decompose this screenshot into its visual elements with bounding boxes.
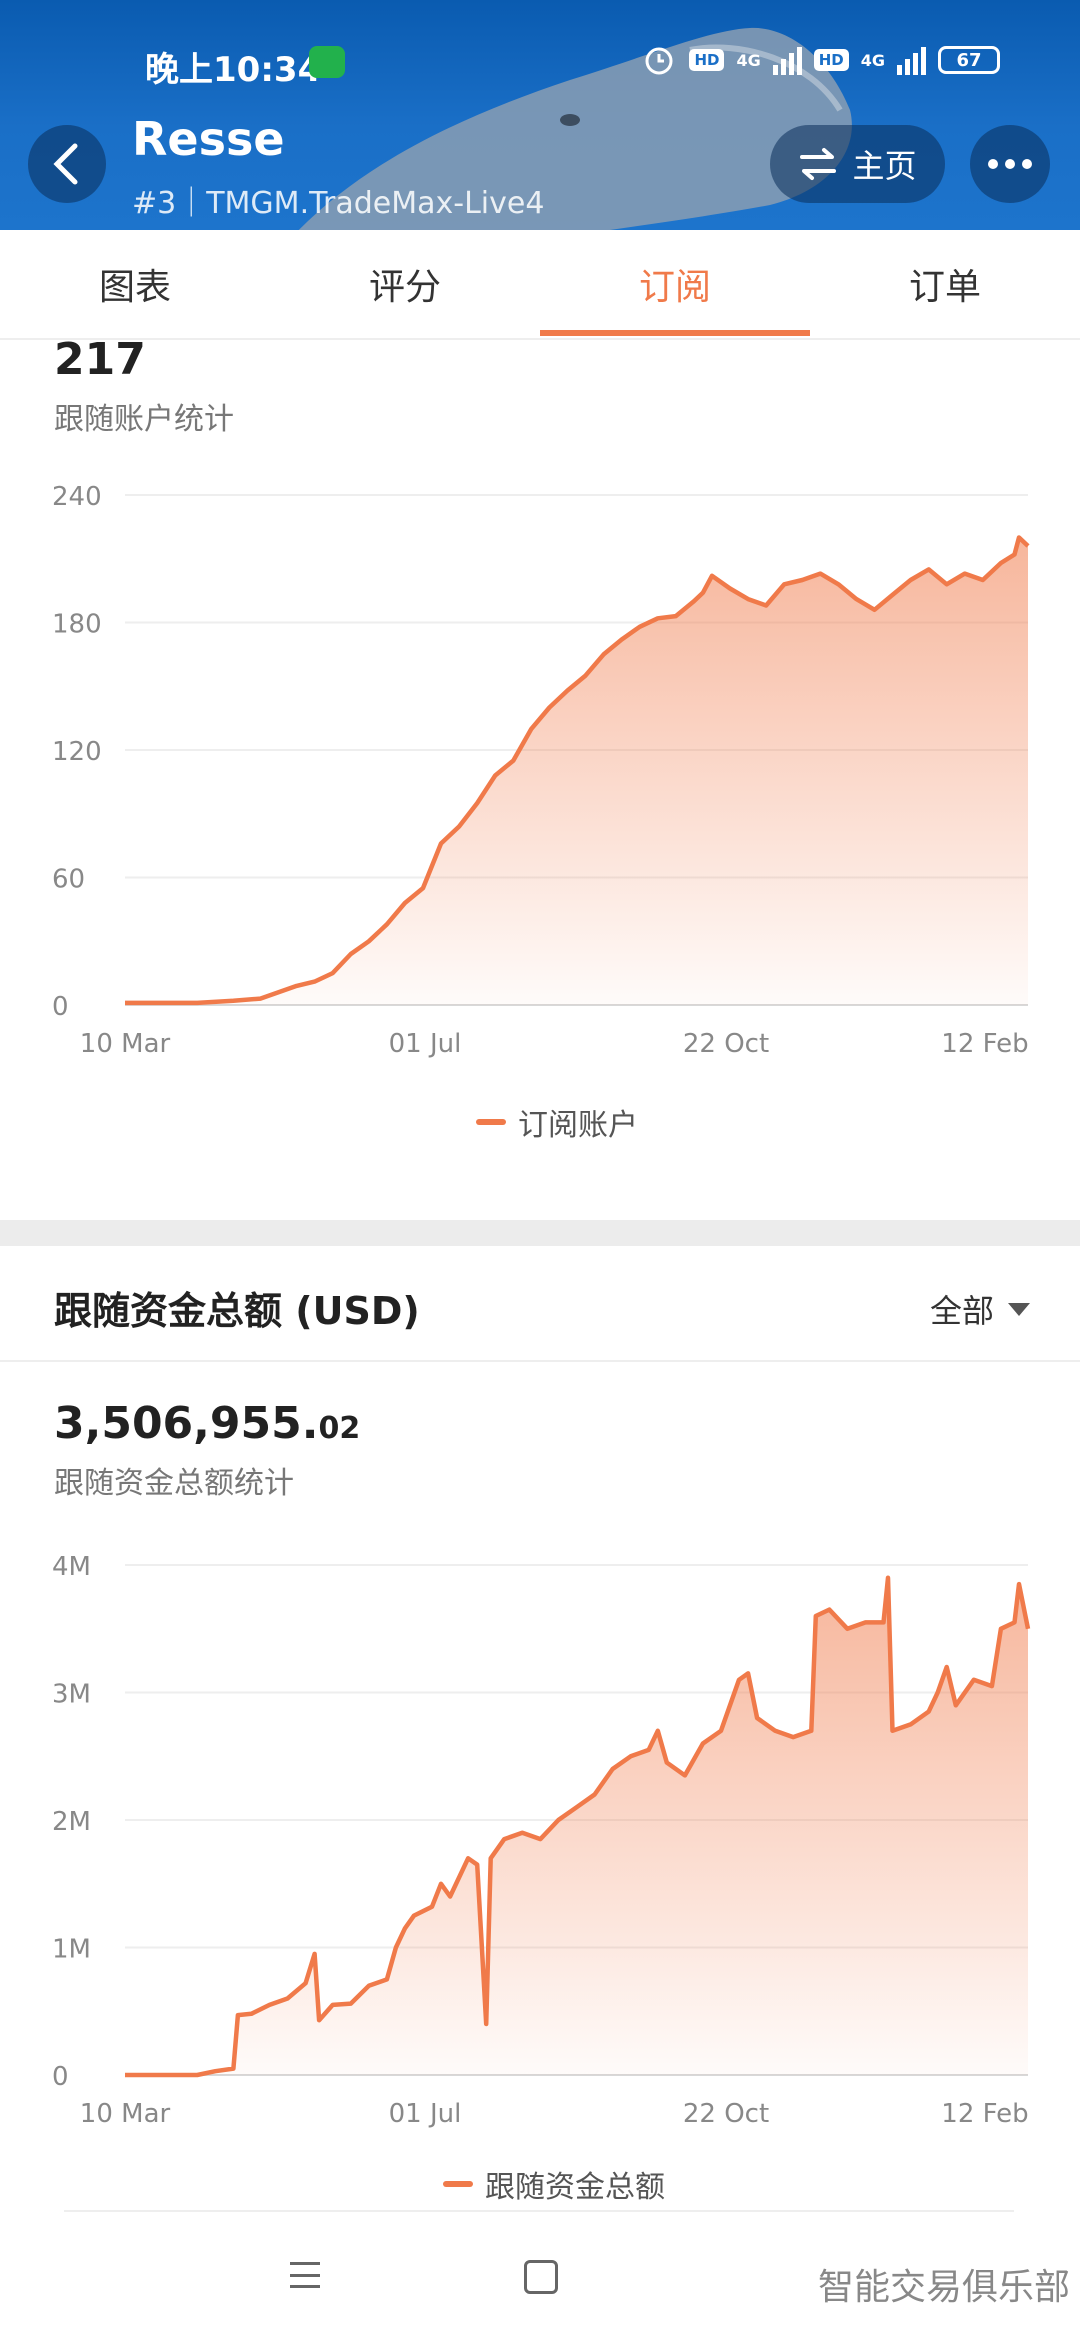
series-area xyxy=(125,1577,1028,2075)
series-area xyxy=(125,537,1028,1005)
alarm-icon xyxy=(645,47,673,75)
y-tick-label: 0 xyxy=(52,992,69,1022)
x-tick-label: 01 Jul xyxy=(389,1029,462,1059)
y-tick-label: 1M xyxy=(52,1935,91,1965)
range-filter-dropdown[interactable]: 全部 xyxy=(930,1286,1030,1332)
y-tick-label: 60 xyxy=(52,865,85,895)
tab-charts[interactable]: 图表 xyxy=(0,230,270,338)
y-tick-label: 2M xyxy=(52,1807,91,1837)
followers-chart: 0 60 120 180 240 10 Mar 01 Jul 22 Oct 12 Feb xyxy=(52,482,1030,1059)
legend-swatch xyxy=(443,2181,473,2187)
tab-rating[interactable]: 评分 xyxy=(270,230,540,338)
hd-badge-2: HD xyxy=(813,49,849,71)
menu-icon[interactable] xyxy=(290,2262,320,2288)
hd-badge: HD xyxy=(689,49,725,71)
legend-label: 跟随资金总额 xyxy=(485,2170,665,2205)
followers-count: 217 xyxy=(54,334,146,385)
page-title: Resse xyxy=(132,112,285,166)
more-dot-icon xyxy=(1022,159,1032,169)
back-button[interactable] xyxy=(28,125,106,203)
x-tick-label: 01 Jul xyxy=(389,2099,462,2129)
tab-orders[interactable]: 订单 xyxy=(810,230,1080,338)
chevron-left-icon xyxy=(53,143,78,185)
y-tick-label: 3M xyxy=(52,1680,91,1710)
network-type-a: 4G xyxy=(736,50,761,70)
section-separator xyxy=(0,1360,1080,1362)
x-tick-label: 12 Feb xyxy=(941,1029,1028,1059)
caret-down-icon xyxy=(1008,1302,1030,1316)
more-dot-icon xyxy=(988,159,998,169)
legend-label: 订阅账户 xyxy=(518,1108,638,1143)
x-tick-label: 10 Mar xyxy=(80,1029,171,1059)
y-tick-label: 120 xyxy=(52,737,102,767)
funds-total-decimal: 02 xyxy=(318,1411,361,1446)
section-divider xyxy=(0,1220,1080,1246)
funds-total-int: 3,506,955. xyxy=(54,1398,319,1449)
more-options-button[interactable] xyxy=(970,125,1050,203)
tab-subscriptions[interactable]: 订阅 xyxy=(540,230,810,338)
header-bar: 晚上10:34 HD 4G HD 4G 67 Resse #3｜TMGM.Tra… xyxy=(0,0,1080,230)
bottom-separator xyxy=(64,2210,1014,2212)
signal-icon xyxy=(772,45,802,75)
more-dot-icon xyxy=(1005,159,1015,169)
signal-icon-2 xyxy=(897,45,926,75)
funds-caption: 跟随资金总额统计 xyxy=(54,1466,294,1501)
x-tick-label: 10 Mar xyxy=(80,2099,171,2129)
funds-chart: 0 1M 2M 3M 4M 10 Mar 01 Jul 22 Oct 12 Feb xyxy=(52,1552,1031,2129)
swap-arrows-icon xyxy=(800,148,837,180)
network-type-b: 4G xyxy=(860,50,885,70)
battery-level: 67 xyxy=(956,49,982,71)
account-subtitle: #3｜TMGM.TradeMax-Live4 xyxy=(132,186,545,221)
x-tick-label: 22 Oct xyxy=(683,2099,769,2129)
watermark-text: 智能交易俱乐部 xyxy=(817,2267,1070,2308)
funds-total: 3,506,955.02 xyxy=(54,1398,360,1449)
call-indicator-icon xyxy=(309,46,345,78)
status-time: 晚上10:34 xyxy=(145,50,322,90)
tab-bar: 图表 评分 订阅 订单 xyxy=(0,230,1080,340)
home-square-icon[interactable] xyxy=(524,2260,558,2294)
system-nav-bar: 智能交易俱乐部 xyxy=(0,2230,1080,2340)
range-filter-label: 全部 xyxy=(929,1292,994,1330)
funds-legend: 跟随资金总额 xyxy=(443,2162,665,2206)
x-tick-label: 22 Oct xyxy=(683,1029,769,1059)
battery-icon: 67 xyxy=(938,46,1000,74)
y-tick-label: 180 xyxy=(52,610,102,640)
y-tick-label: 0 xyxy=(52,2062,69,2092)
home-button-label: 主页 xyxy=(852,147,917,185)
followers-caption: 跟随账户统计 xyxy=(54,402,234,437)
legend-swatch xyxy=(476,1119,506,1125)
active-tab-indicator xyxy=(540,330,810,336)
y-tick-label: 240 xyxy=(52,482,102,512)
status-bar: 晚上10:34 HD 4G HD 4G 67 xyxy=(0,40,1080,90)
home-button[interactable]: 主页 xyxy=(770,125,945,203)
funds-section-title: 跟随资金总额 (USD) xyxy=(54,1289,420,1333)
followers-legend: 订阅账户 xyxy=(476,1100,638,1144)
x-tick-label: 12 Feb xyxy=(941,2099,1028,2129)
y-tick-label: 4M xyxy=(52,1552,91,1582)
